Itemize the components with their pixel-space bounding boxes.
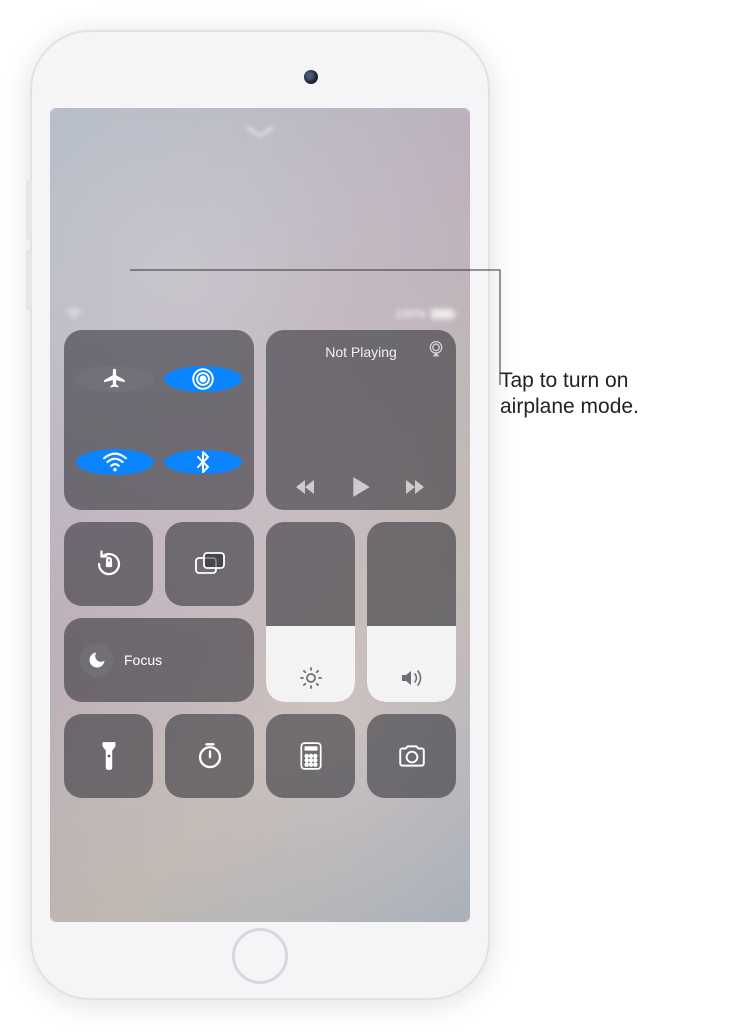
airplane-icon [102, 366, 128, 392]
control-center: Not Playing [64, 330, 456, 798]
wifi-status-icon [66, 308, 82, 320]
airdrop-button[interactable] [164, 366, 242, 392]
brightness-slider[interactable] [266, 522, 355, 702]
volume-down-button[interactable] [26, 250, 32, 310]
camera-button[interactable] [367, 714, 456, 798]
screen-mirroring-button[interactable] [165, 522, 254, 606]
media-controls[interactable]: Not Playing [266, 330, 456, 510]
flashlight-button[interactable] [64, 714, 153, 798]
airdrop-icon [190, 366, 216, 392]
airplay-icon[interactable] [426, 340, 446, 358]
focus-button[interactable]: Focus [64, 618, 254, 702]
next-track-button[interactable] [404, 478, 428, 496]
volume-icon [399, 666, 425, 690]
calculator-icon [300, 742, 322, 770]
volume-fill [367, 626, 456, 702]
airplane-mode-button[interactable] [76, 366, 154, 392]
wifi-icon [102, 449, 128, 475]
previous-track-button[interactable] [294, 478, 318, 496]
bluetooth-button[interactable] [164, 450, 242, 474]
focus-label: Focus [124, 652, 162, 668]
connectivity-group [64, 330, 254, 510]
device-frame: 100% [30, 30, 490, 1000]
flashlight-icon [100, 741, 118, 771]
front-camera [304, 70, 318, 84]
camera-icon [397, 744, 427, 768]
bluetooth-icon [191, 450, 215, 474]
play-button[interactable] [351, 476, 371, 498]
brightness-icon [299, 666, 323, 690]
status-bar: 100% [50, 304, 470, 324]
timer-icon [196, 742, 224, 770]
callout-line-2: airplane mode. [500, 394, 720, 420]
volume-up-button[interactable] [26, 180, 32, 240]
battery-percent-label: 100% [395, 307, 426, 321]
callout-line-1: Tap to turn on [500, 368, 720, 394]
timer-button[interactable] [165, 714, 254, 798]
media-title: Not Playing [325, 344, 397, 360]
brightness-fill [266, 626, 355, 702]
callout-text: Tap to turn on airplane mode. [500, 368, 720, 421]
volume-slider[interactable] [367, 522, 456, 702]
wifi-button[interactable] [76, 449, 154, 475]
chevron-down-icon[interactable] [246, 126, 274, 140]
do-not-disturb-icon [80, 643, 114, 677]
home-button[interactable] [232, 928, 288, 984]
calculator-button[interactable] [266, 714, 355, 798]
screen: 100% [50, 108, 470, 922]
screen-mirroring-icon [194, 551, 226, 577]
orientation-lock-button[interactable] [64, 522, 153, 606]
orientation-lock-icon [94, 549, 124, 579]
battery-icon [430, 308, 454, 320]
battery-status: 100% [395, 307, 454, 321]
